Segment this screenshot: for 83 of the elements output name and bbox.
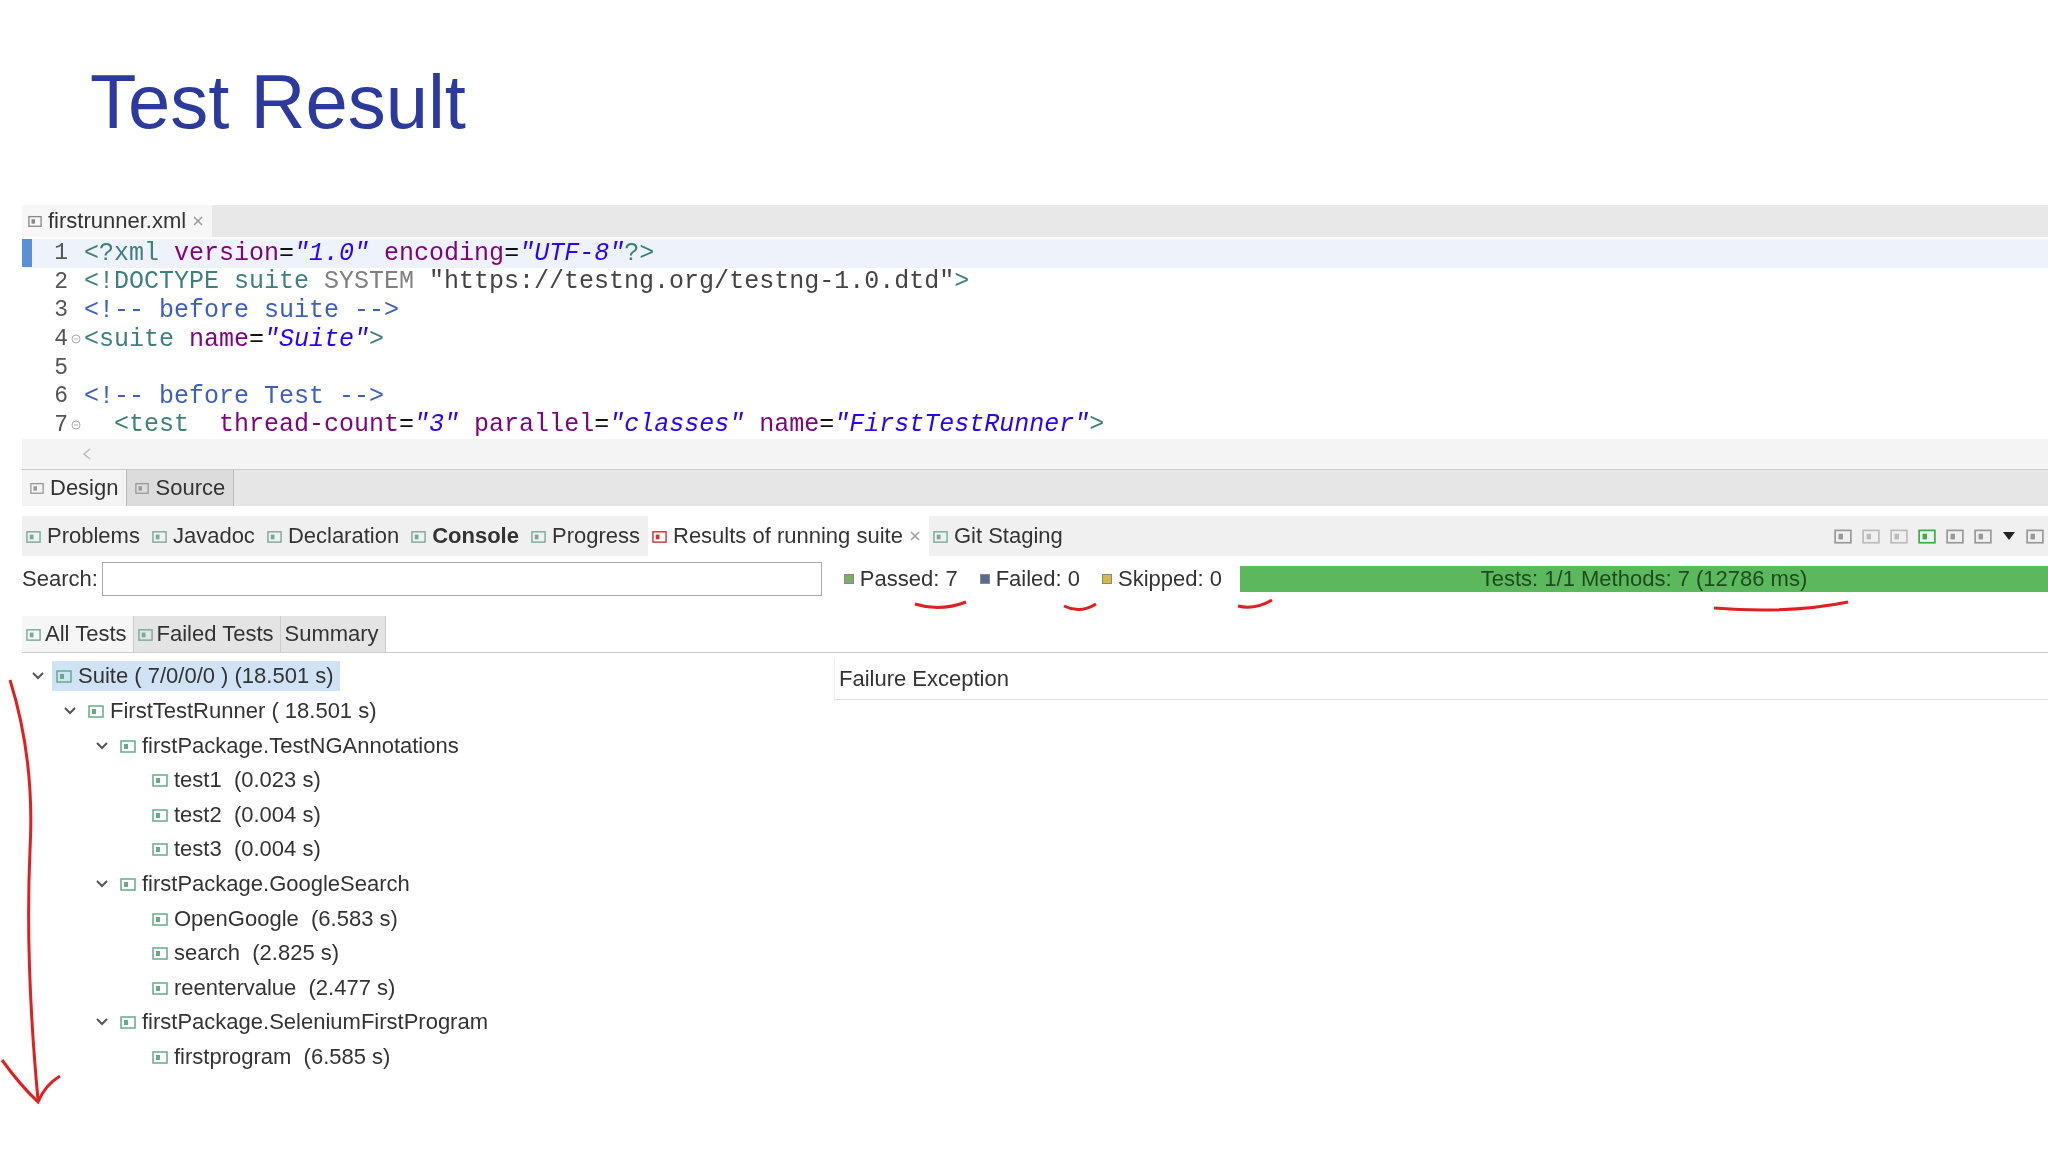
tree-item[interactable]: firstprogram (6.585 s) xyxy=(148,1042,397,1072)
code-line: <!-- before suite --> xyxy=(84,296,400,325)
toolbar-icon xyxy=(1890,527,1908,546)
tree-item[interactable]: reentervalue (2.477 s) xyxy=(148,972,402,1003)
tree-item[interactable]: test1 (0.023 s) xyxy=(148,765,327,796)
counter-text: Failed: 0 xyxy=(995,566,1081,593)
view-icon xyxy=(411,528,427,544)
line-number: 7 xyxy=(53,411,68,438)
counter-text: Skipped: 0 xyxy=(1118,566,1223,593)
code-line: <?xml version="1.0" encoding="UTF-8"?> xyxy=(84,238,655,268)
editor-tab[interactable]: firstrunner.xml xyxy=(22,205,213,237)
editor-mode-tab[interactable]: Source xyxy=(127,470,235,507)
view-tab[interactable]: Javadoc xyxy=(147,516,263,557)
annotation-underline xyxy=(914,600,967,609)
view-tab[interactable]: Git Staging xyxy=(928,516,1071,557)
results-tab[interactable]: Failed Tests xyxy=(133,616,281,653)
line-number: 4 xyxy=(53,326,68,353)
tree-item[interactable]: OpenGoogle (6.583 s) xyxy=(148,903,404,934)
code-line: <suite name="Suite"> xyxy=(84,324,385,354)
tree-item[interactable]: search (2.825 s) xyxy=(148,938,346,969)
results-tab[interactable]: All Tests xyxy=(22,616,134,653)
suite-icon xyxy=(152,979,168,996)
toolbar-icon xyxy=(1834,527,1852,546)
suite-icon xyxy=(120,876,136,892)
view-icon xyxy=(151,528,167,544)
xml-file-icon xyxy=(28,214,42,228)
view-tab[interactable]: Problems xyxy=(22,516,148,557)
view-icon xyxy=(26,528,41,544)
tree-item[interactable]: FirstTestRunner ( 18.501 s) xyxy=(84,696,383,727)
annotation-underline xyxy=(1237,598,1273,609)
line-number: 2 xyxy=(53,268,68,295)
suite-icon xyxy=(56,668,72,685)
suite-icon xyxy=(88,703,104,720)
toolbar-icon xyxy=(2026,527,2044,546)
page-icon xyxy=(30,481,44,496)
view-icon xyxy=(530,528,546,544)
tree-item[interactable]: firstPackage.SeleniumFirstProgram xyxy=(116,1007,494,1038)
code-line: <test thread-count="3" parallel="classes" name="FirstTestRunner"> xyxy=(113,410,1105,440)
results-tab[interactable]: Summary xyxy=(280,616,386,653)
close-icon[interactable] xyxy=(192,215,205,227)
search-label: Search: xyxy=(22,566,98,593)
suite-icon xyxy=(152,910,168,927)
progress-text: Tests: 1/1 Methods: 7 (12786 ms) xyxy=(1480,566,1808,593)
suite-icon xyxy=(152,806,168,823)
dropdown-icon[interactable] xyxy=(2002,531,2016,542)
line-number: 3 xyxy=(53,297,68,324)
line-number: 6 xyxy=(53,383,68,410)
page-icon xyxy=(135,481,150,496)
tree-item[interactable]: test2 (0.004 s) xyxy=(148,799,327,830)
suite-icon xyxy=(152,772,168,789)
view-tab[interactable]: Declaration xyxy=(262,516,408,557)
view-tab[interactable]: Progress xyxy=(526,516,648,557)
suite-icon xyxy=(120,737,136,754)
tree-item[interactable]: Suite ( 7/0/0/0 ) (18.501 s) xyxy=(52,661,340,692)
toolbar-icon xyxy=(1918,527,1936,546)
tree-item[interactable]: test3 (0.004 s) xyxy=(148,834,327,865)
toolbar-icon xyxy=(1862,527,1880,546)
toolbar-icon xyxy=(1946,527,1964,546)
view-icon xyxy=(932,528,948,544)
line-number: 5 xyxy=(53,354,68,381)
tree-item[interactable]: firstPackage.TestNGAnnotations xyxy=(116,730,465,761)
code-line: <!DOCTYPE suite SYSTEM "https://testng.org/testng-1.0.dtd"> xyxy=(84,267,970,297)
tests-icon xyxy=(137,626,153,642)
toolbar-icon xyxy=(1974,527,1992,546)
view-tab[interactable]: Console xyxy=(407,516,527,557)
view-icon xyxy=(266,528,282,544)
tests-icon xyxy=(26,626,41,642)
close-icon[interactable] xyxy=(908,530,921,543)
slide-title: Test Result xyxy=(89,58,466,146)
line-number: 1 xyxy=(53,240,68,267)
annotation-underline xyxy=(1063,602,1097,612)
suite-icon xyxy=(152,1049,168,1065)
view-tab[interactable]: Results of running suite xyxy=(648,516,929,557)
editor-mode-tab[interactable]: Design xyxy=(22,470,128,507)
suite-icon xyxy=(152,841,168,858)
detail-header: Failure Exception xyxy=(834,659,2048,701)
search-field[interactable] xyxy=(101,562,822,597)
suite-icon xyxy=(120,1014,136,1031)
tree-item[interactable]: firstPackage.GoogleSearch xyxy=(116,869,416,899)
counter-text: Passed: 7 xyxy=(859,566,958,593)
code-line: <!-- before Test --> xyxy=(84,381,385,411)
suite-icon xyxy=(152,945,168,962)
view-icon xyxy=(652,528,667,544)
